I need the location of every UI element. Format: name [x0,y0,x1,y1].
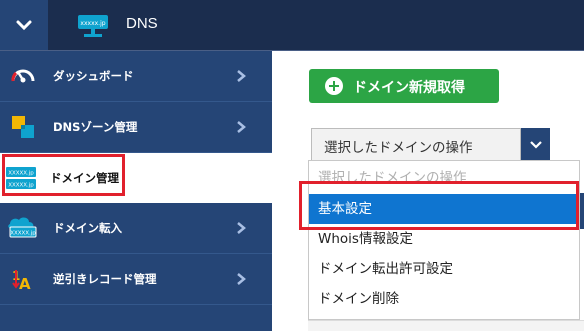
reverse-record-icon: 1 A [9,265,37,293]
plus-circle-icon [325,77,343,95]
sidebar-item-label: ドメイン転入 [53,221,122,235]
domain-action-select-value: 選択したドメインの操作 [324,140,473,156]
dns-zone-icon [9,113,37,141]
sidebar-item-dashboard[interactable]: ダッシュボード [0,51,272,101]
svg-text:A: A [19,275,31,292]
sidebar-item-label: ダッシュボード [53,69,134,83]
chevron-right-icon [237,121,246,133]
sidebar-item-reverse-record[interactable]: 1 A 逆引きレコード管理 [0,254,272,304]
dns-logo-icon: xxxxx.jp [78,15,108,37]
chevron-down-icon [16,20,32,31]
table-edge [308,320,584,331]
highlight-box-option [299,181,579,230]
domain-transfer-icon: XXXXX.jp [6,214,38,242]
chevron-right-icon [237,70,246,82]
sidebar-item-label: DNSゾーン管理 [53,120,138,134]
sidebar-item-dns-zone[interactable]: DNSゾーン管理 [0,102,272,152]
domain-action-select[interactable]: 選択したドメインの操作 [311,128,521,161]
app-title: DNS [126,15,158,32]
dropdown-option-transfer-out-settings[interactable]: ドメイン転出許可設定 [309,254,579,284]
sidebar-item-domain-transfer[interactable]: XXXXX.jp ドメイン転入 [0,203,272,253]
chevron-right-icon [237,222,246,234]
speedometer-icon [9,62,37,90]
chevron-down-icon [529,140,542,149]
highlight-box-sidebar [2,154,125,196]
add-domain-button[interactable]: ドメイン新規取得 [309,69,499,103]
svg-text:XXXXX.jp: XXXXX.jp [10,231,36,237]
menu-toggle-button[interactable] [0,0,48,50]
chevron-right-icon [237,273,246,285]
add-domain-button-label: ドメイン新規取得 [353,80,465,96]
svg-text:xxxxx.jp: xxxxx.jp [80,20,105,27]
domain-action-select-toggle[interactable] [521,128,550,161]
sidebar-item-label: 逆引きレコード管理 [53,272,157,286]
top-header: xxxxx.jp DNS [0,0,584,50]
sidebar-divider [0,304,272,305]
dropdown-option-delete-domain[interactable]: ドメイン削除 [309,284,579,314]
